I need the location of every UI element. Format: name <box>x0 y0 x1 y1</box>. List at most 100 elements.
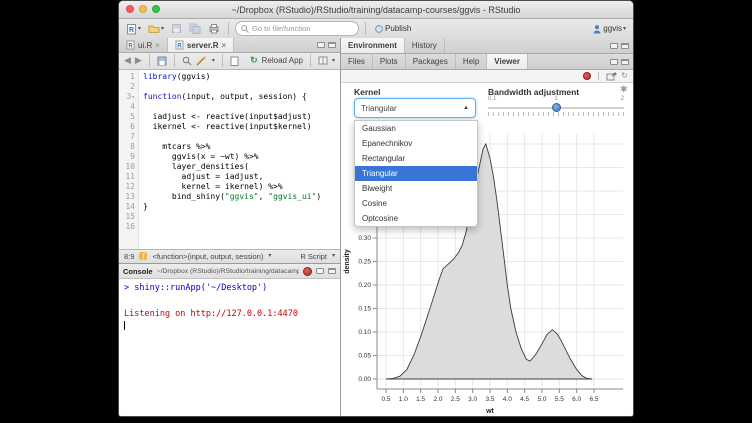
save-icon[interactable] <box>157 56 167 66</box>
find-icon[interactable] <box>182 56 192 66</box>
dropdown-option-biweight[interactable]: Biweight <box>355 181 477 196</box>
minimize-pane-icon[interactable] <box>610 43 618 49</box>
open-file-button[interactable]: ▾ <box>146 22 166 35</box>
forward-icon[interactable]: ▶ <box>135 56 142 65</box>
chevron-down-icon: ▾ <box>161 26 164 32</box>
console-output[interactable]: > shiny::runApp('~/Desktop') Listening o… <box>119 279 340 416</box>
console-header[interactable]: Console ~/Dropbox (RStudio)/RStudio/trai… <box>119 264 340 279</box>
line-number-gutter: 123▾45678910111213141516 <box>119 70 139 249</box>
toolbar-divider <box>365 22 366 35</box>
minimize-pane-icon[interactable] <box>316 268 324 274</box>
zoom-window-button[interactable] <box>152 5 160 13</box>
tab-environment[interactable]: Environment <box>341 38 405 53</box>
dropdown-option-gaussian[interactable]: Gaussian <box>355 121 477 136</box>
gear-icon[interactable]: ✱ <box>620 85 628 94</box>
line-number: 7 <box>119 132 135 142</box>
r-file-icon: R <box>126 40 135 50</box>
back-icon[interactable]: ◀ <box>124 56 131 65</box>
slider-handle[interactable] <box>552 103 561 112</box>
tab-ui.R[interactable]: Rui.R× <box>119 38 168 52</box>
minimize-window-button[interactable] <box>139 5 147 13</box>
tab-plots[interactable]: Plots <box>373 54 406 69</box>
chevron-down-icon: ▾ <box>332 58 335 64</box>
goto-file-function-input[interactable]: Go to file/function <box>235 21 359 36</box>
tab-history[interactable]: History <box>405 38 445 53</box>
new-file-icon: R <box>126 23 137 35</box>
dropdown-option-cosine[interactable]: Cosine <box>355 196 477 211</box>
tab-files[interactable]: Files <box>341 54 373 69</box>
minimize-pane-icon[interactable] <box>610 59 618 65</box>
line-number: 2 <box>119 82 135 92</box>
line-number: 16 <box>119 222 135 232</box>
save-icon <box>171 23 182 34</box>
line-number: 5 <box>119 112 135 122</box>
function-scope-icon: f <box>139 252 147 260</box>
dropdown-option-optcosine[interactable]: Optcosine <box>355 211 477 226</box>
code-line: kernel = ikernel) %>% <box>143 182 340 192</box>
kernel-select[interactable]: Triangular ▲ <box>354 98 476 118</box>
dropdown-option-epanechnikov[interactable]: Epanechnikov <box>355 136 477 151</box>
bandwidth-slider[interactable]: 0.1 1 2 <box>488 96 624 118</box>
cursor-position: 8:9 <box>124 252 134 261</box>
code-editor[interactable]: 123▾45678910111213141516 library(ggvis)f… <box>119 70 340 249</box>
tab-viewer[interactable]: Viewer <box>487 54 528 69</box>
print-button[interactable] <box>206 22 222 35</box>
svg-text:R: R <box>128 44 133 50</box>
compile-report-icon[interactable] <box>230 56 239 66</box>
close-window-button[interactable] <box>126 5 134 13</box>
maximize-pane-icon[interactable] <box>328 42 336 48</box>
line-number: 1 <box>119 72 135 82</box>
viewer-toolbar: ↻ <box>341 70 633 83</box>
minimize-pane-icon[interactable] <box>317 42 325 48</box>
new-file-button[interactable]: R ▾ <box>124 22 143 36</box>
tab-server.R[interactable]: Rserver.R× <box>168 38 234 52</box>
open-folder-icon <box>148 23 160 34</box>
file-type-selector[interactable]: R Script <box>300 252 327 261</box>
code-token: kernel = ikernel) %>% <box>143 182 283 191</box>
reload-app-button[interactable]: Reload App <box>262 56 303 65</box>
code-token: bind_shiny( <box>143 192 225 201</box>
code-line <box>143 102 340 112</box>
dropdown-option-rectangular[interactable]: Rectangular <box>355 151 477 166</box>
save-button[interactable] <box>169 22 184 35</box>
svg-text:0.10: 0.10 <box>358 329 371 336</box>
slider-mid-label: 1 <box>554 96 557 102</box>
code-line <box>143 132 340 142</box>
line-number: 13 <box>119 192 135 202</box>
scope-selector[interactable]: <function>(input, output, session) <box>152 252 263 261</box>
fold-arrow-icon[interactable]: ▾ <box>131 94 135 101</box>
stop-app-icon[interactable] <box>583 72 591 80</box>
maximize-pane-icon[interactable] <box>621 59 629 65</box>
save-all-button[interactable] <box>187 22 203 35</box>
tab-help[interactable]: Help <box>456 54 487 69</box>
svg-text:2.5: 2.5 <box>451 396 460 403</box>
maximize-pane-icon[interactable] <box>621 43 629 49</box>
stop-icon[interactable] <box>303 267 312 276</box>
toolbar-divider <box>598 72 599 80</box>
close-icon[interactable]: × <box>222 41 227 50</box>
refresh-icon[interactable]: ↻ <box>621 72 628 80</box>
run-in-pane-icon[interactable] <box>318 56 328 65</box>
code-line: ikernel <- reactive(input$kernel) <box>143 122 340 132</box>
code-line: adjust = iadjust, <box>143 172 340 182</box>
close-icon[interactable]: × <box>155 41 160 50</box>
publish-label: Publish <box>385 24 411 33</box>
maximize-pane-icon[interactable] <box>328 268 336 274</box>
left-column: Rui.R×Rserver.R× ◀ ▶ ▾ ↻ <box>119 38 341 416</box>
project-menu-button[interactable]: ggvis ▾ <box>590 23 628 35</box>
open-in-new-window-icon[interactable] <box>606 72 617 81</box>
reload-app-icon[interactable]: ↻ <box>250 56 258 65</box>
tab-label: ui.R <box>138 41 152 50</box>
publish-button[interactable]: Publish <box>372 23 413 35</box>
tab-packages[interactable]: Packages <box>406 54 456 69</box>
code-line <box>143 82 340 92</box>
code-tools-wand-icon[interactable] <box>196 56 208 66</box>
dropdown-option-triangular[interactable]: Triangular <box>355 166 477 181</box>
console-line: > shiny::runApp('~/Desktop') <box>124 282 335 295</box>
line-number: 14 <box>119 202 135 212</box>
editor-toolbar: ◀ ▶ ▾ ↻ Reload App <box>119 53 340 70</box>
code-line: function(input, output, session) { <box>143 92 340 102</box>
pane-buttons <box>610 54 633 69</box>
code-token: (ggvis) <box>177 72 211 81</box>
slider-max-label: 2 <box>621 96 624 102</box>
